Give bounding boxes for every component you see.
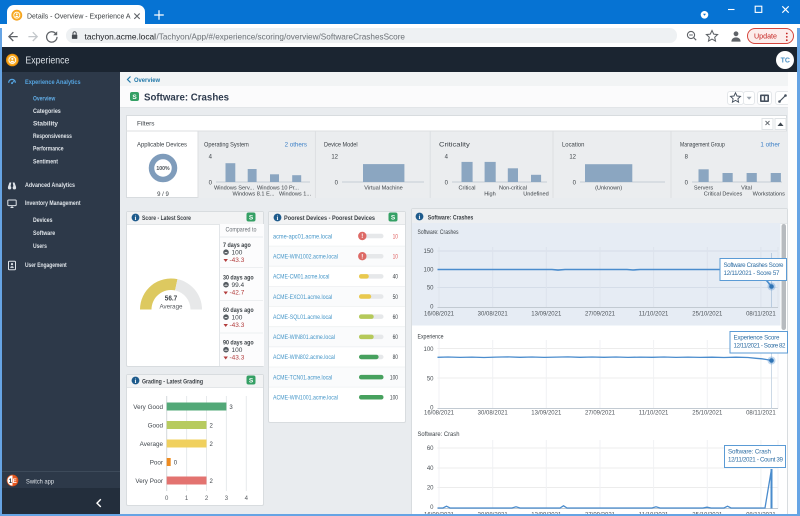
svg-text:16/08/2021: 16/08/2021 (423, 411, 454, 417)
svg-text:9 / 9: 9 / 9 (157, 192, 169, 198)
svg-text:Applicable Devices: Applicable Devices (137, 142, 187, 149)
svg-text:12/11/2021 - Count 39: 12/11/2021 - Count 39 (728, 457, 784, 464)
svg-text:2: 2 (205, 496, 209, 502)
svg-text:ACME-SQL01.acme.local: ACME-SQL01.acme.local (273, 314, 333, 321)
svg-text:Software: Crash: Software: Crash (417, 432, 459, 438)
svg-text:16/08/2021: 16/08/2021 (423, 312, 454, 318)
svg-text:30/08/2021: 30/08/2021 (477, 312, 508, 318)
svg-text:Good: Good (148, 422, 164, 429)
svg-text:30/08/2021: 30/08/2021 (477, 411, 508, 417)
svg-text:12: 12 (569, 155, 576, 161)
svg-text:80: 80 (393, 354, 399, 361)
svg-text:ACME-CM01.acme.local: ACME-CM01.acme.local (273, 274, 330, 281)
svg-text:ACME-WIN1001.acme.local: ACME-WIN1001.acme.local (273, 395, 338, 402)
svg-text:0: 0 (174, 460, 178, 466)
svg-text:Critical: Critical (458, 186, 475, 192)
svg-text:11/10/2021: 11/10/2021 (638, 411, 668, 417)
svg-text:27/09/2021: 27/09/2021 (584, 312, 615, 318)
svg-text:100%: 100% (156, 166, 170, 172)
svg-text:100: 100 (423, 347, 434, 353)
svg-text:(Unknown): (Unknown) (595, 186, 622, 192)
svg-text:Vital: Vital (741, 186, 752, 192)
svg-text:50: 50 (393, 294, 399, 301)
svg-text:ACME-EXC01.acme.local: ACME-EXC01.acme.local (273, 294, 333, 301)
svg-text:60: 60 (393, 334, 399, 341)
svg-text:2 others: 2 others (285, 142, 307, 149)
svg-text:Average: Average (160, 303, 183, 310)
svg-text:10: 10 (393, 233, 399, 240)
svg-text:Very Good: Very Good (133, 404, 163, 411)
svg-text:!: ! (361, 234, 363, 240)
svg-text:ACME-WIN801.acme.local: ACME-WIN801.acme.local (273, 334, 335, 341)
svg-text:0: 0 (430, 505, 434, 511)
svg-text:1: 1 (185, 496, 189, 502)
svg-text:12/11/2021 - Score 82: 12/11/2021 - Score 82 (733, 343, 786, 350)
svg-text:60: 60 (393, 314, 399, 321)
svg-text:Location: Location (562, 142, 585, 149)
svg-text:2: 2 (210, 423, 214, 429)
svg-text:Critical Devices: Critical Devices (704, 192, 743, 198)
svg-text:20: 20 (426, 486, 433, 492)
svg-text:0: 0 (165, 496, 169, 502)
svg-text:50: 50 (426, 286, 433, 292)
svg-text:11/10/2021: 11/10/2021 (638, 312, 668, 318)
svg-text:Workstations: Workstations (753, 192, 785, 198)
svg-text:08/11/2021: 08/11/2021 (746, 312, 776, 318)
svg-text:12: 12 (331, 155, 338, 161)
svg-text:Software Crashes Score: Software Crashes Score (723, 262, 784, 269)
svg-text:Poor: Poor (150, 459, 163, 466)
svg-text:4: 4 (245, 496, 249, 502)
svg-text:50: 50 (426, 377, 433, 383)
svg-text:acme-apc01.acme.local: acme-apc01.acme.local (273, 233, 333, 240)
svg-text:13/09/2021: 13/09/2021 (531, 411, 562, 417)
svg-text:100: 100 (390, 395, 398, 402)
svg-text:25/10/2021: 25/10/2021 (692, 312, 723, 318)
svg-text:Windows 8.1 E...: Windows 8.1 E... (233, 192, 275, 198)
svg-text:ACME-WIN1002.acme.local: ACME-WIN1002.acme.local (273, 254, 338, 261)
svg-text:Undefined: Undefined (523, 192, 549, 198)
svg-text:Experience Score: Experience Score (733, 335, 780, 342)
svg-text:Operating System: Operating System (204, 142, 249, 149)
svg-text:08/11/2021: 08/11/2021 (746, 411, 776, 417)
svg-text:High: High (484, 192, 496, 198)
svg-text:Experience: Experience (417, 335, 444, 341)
svg-text:3: 3 (225, 496, 229, 502)
svg-text:3: 3 (229, 405, 233, 411)
svg-text:Filters: Filters (137, 121, 155, 128)
svg-text:40: 40 (426, 466, 433, 472)
svg-text:60: 60 (426, 446, 433, 452)
svg-text:Software: Crashes: Software: Crashes (417, 230, 458, 236)
svg-text:Very Poor: Very Poor (135, 478, 163, 485)
svg-text:10: 10 (393, 254, 399, 261)
svg-text:13/09/2021: 13/09/2021 (531, 312, 562, 318)
svg-text:100: 100 (390, 374, 398, 381)
svg-text:!: ! (361, 254, 363, 260)
svg-text:Average: Average (140, 441, 164, 448)
svg-text:Device Model: Device Model (324, 142, 358, 149)
svg-text:150: 150 (423, 249, 434, 255)
svg-text:ACME-WIN802.acme.local: ACME-WIN802.acme.local (273, 354, 335, 361)
svg-text:ACME-TCN01.acme.local: ACME-TCN01.acme.local (273, 374, 333, 381)
svg-text:Software: Crash: Software: Crash (728, 449, 772, 456)
svg-text:56.7: 56.7 (165, 295, 178, 302)
svg-text:Criticality: Criticality (439, 142, 471, 149)
svg-text:Management Group: Management Group (680, 142, 725, 149)
svg-text:Virtual Machine: Virtual Machine (364, 186, 402, 192)
svg-text:Windows 1...: Windows 1... (279, 192, 311, 198)
svg-text:2: 2 (210, 442, 214, 448)
svg-text:25/10/2021: 25/10/2021 (692, 411, 723, 417)
svg-text:12/11/2021 - Score 57: 12/11/2021 - Score 57 (723, 270, 780, 277)
svg-text:1 other: 1 other (760, 142, 780, 149)
svg-text:100: 100 (423, 268, 434, 274)
svg-text:27/09/2021: 27/09/2021 (584, 411, 615, 417)
svg-text:2: 2 (210, 479, 214, 485)
svg-text:40: 40 (393, 274, 399, 281)
